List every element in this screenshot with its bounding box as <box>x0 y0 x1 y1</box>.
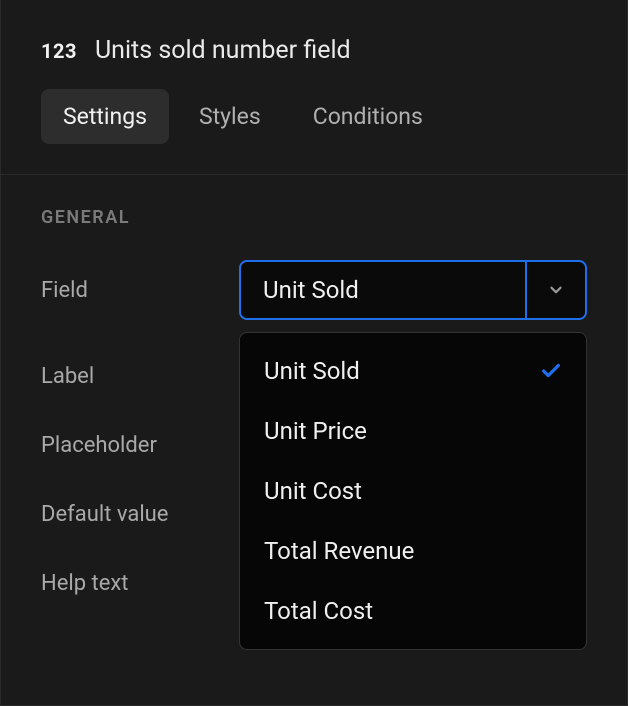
default-value-label: Default value <box>41 502 239 527</box>
dropdown-option-label: Unit Cost <box>264 477 362 505</box>
field-label: Field <box>41 278 239 303</box>
dropdown-option-label: Unit Sold <box>264 357 360 385</box>
tab-settings[interactable]: Settings <box>41 89 169 144</box>
dropdown-option-label: Total Revenue <box>264 537 414 565</box>
panel-header: 123 Units sold number field <box>1 0 627 89</box>
tab-bar: Settings Styles Conditions <box>1 89 627 175</box>
chevron-down-icon <box>547 281 565 299</box>
placeholder-label: Placeholder <box>41 433 239 458</box>
label-label: Label <box>41 364 239 389</box>
general-section: GENERAL Field Unit Sold Unit Sold Unit P… <box>1 175 627 672</box>
field-select[interactable]: Unit Sold <box>239 260 587 320</box>
tab-conditions[interactable]: Conditions <box>291 89 445 144</box>
dropdown-option-unit-cost[interactable]: Unit Cost <box>240 461 586 521</box>
panel-title: Units sold number field <box>95 36 351 65</box>
check-icon <box>540 360 562 382</box>
row-field: Field Unit Sold Unit Sold Unit Price Uni… <box>41 260 587 320</box>
field-select-value: Unit Sold <box>241 262 525 318</box>
field-control: Unit Sold Unit Sold Unit Price Unit Cost… <box>239 260 587 320</box>
section-heading-general: GENERAL <box>41 207 587 228</box>
field-select-toggle[interactable] <box>525 262 585 318</box>
dropdown-option-unit-sold[interactable]: Unit Sold <box>240 341 586 401</box>
dropdown-option-label: Total Cost <box>264 597 373 625</box>
tab-styles[interactable]: Styles <box>177 89 283 144</box>
help-text-label: Help text <box>41 571 239 596</box>
dropdown-option-total-cost[interactable]: Total Cost <box>240 581 586 641</box>
number-type-icon: 123 <box>41 39 77 63</box>
field-dropdown: Unit Sold Unit Price Unit Cost Total Rev… <box>239 332 587 650</box>
dropdown-option-unit-price[interactable]: Unit Price <box>240 401 586 461</box>
dropdown-option-total-revenue[interactable]: Total Revenue <box>240 521 586 581</box>
dropdown-option-label: Unit Price <box>264 417 367 445</box>
